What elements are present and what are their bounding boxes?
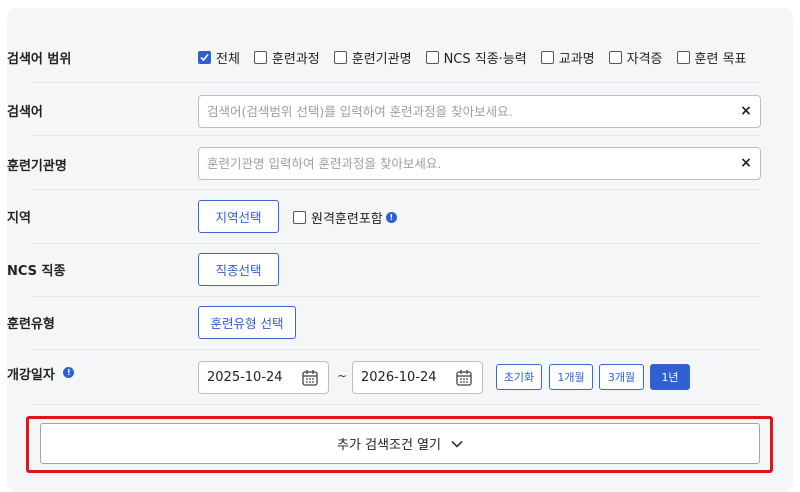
chevron-down-icon bbox=[451, 440, 463, 448]
remote-training-checkbox[interactable] bbox=[293, 211, 306, 224]
train-type-row bbox=[32, 297, 760, 350]
scope-option-label: 훈련과정 bbox=[271, 52, 320, 67]
start-date-from-value: 2025-10-24 bbox=[207, 370, 283, 385]
remote-info-icon[interactable]: ! bbox=[385, 212, 397, 223]
keyword-label: 검색어 bbox=[7, 105, 43, 120]
scope-checkbox[interactable] bbox=[608, 51, 622, 64]
start-date-label: 개강일자 ! bbox=[7, 364, 75, 383]
ncs-row bbox=[32, 244, 760, 297]
remote-training-option[interactable]: 원격훈련포함 ! bbox=[293, 208, 397, 227]
period-1year-button[interactable]: 1년 bbox=[650, 364, 690, 390]
institution-label: 훈련기관명 bbox=[7, 159, 67, 174]
more-conditions-button[interactable]: 추가 검색조건 열기 bbox=[40, 423, 760, 464]
scope-option-label: 훈련 목표 bbox=[694, 52, 747, 67]
scope-option[interactable]: 훈련과정 bbox=[253, 48, 320, 67]
date-separator: ~ bbox=[337, 369, 348, 383]
scope-option-label: 자격증 bbox=[626, 52, 663, 67]
scope-option[interactable]: NCS 직종·능력 bbox=[425, 48, 527, 67]
scope-checkbox[interactable] bbox=[253, 51, 267, 64]
scope-option[interactable]: 전체 bbox=[198, 48, 240, 67]
scope-option-label: 전체 bbox=[216, 52, 240, 67]
scope-option[interactable]: 훈련기관명 bbox=[333, 48, 412, 67]
calendar-icon[interactable] bbox=[456, 369, 472, 390]
scope-checkbox[interactable] bbox=[425, 51, 439, 64]
period-1month-button[interactable]: 1개월 bbox=[549, 364, 593, 390]
institution-clear-icon[interactable]: × bbox=[739, 156, 753, 170]
start-date-label-text: 개강일자 bbox=[7, 368, 55, 383]
scope-option[interactable]: 자격증 bbox=[608, 48, 663, 67]
scope-checkbox[interactable] bbox=[676, 51, 690, 64]
ncs-label: NCS 직종 bbox=[7, 264, 66, 279]
more-conditions-label: 추가 검색조건 열기 bbox=[337, 438, 441, 453]
period-reset-button[interactable]: 초기화 bbox=[496, 364, 542, 390]
scope-checkbox[interactable] bbox=[198, 51, 211, 64]
keyword-input[interactable] bbox=[199, 96, 729, 127]
scope-option[interactable]: 교과명 bbox=[540, 48, 595, 67]
train-type-label: 훈련유형 bbox=[7, 317, 55, 332]
start-date-from[interactable]: 2025-10-24 bbox=[198, 361, 329, 394]
calendar-icon[interactable] bbox=[302, 369, 318, 390]
period-3month-button[interactable]: 3개월 bbox=[599, 364, 644, 390]
start-date-info-icon[interactable]: ! bbox=[63, 367, 75, 378]
scope-label: 검색어 범위 bbox=[7, 52, 72, 67]
scope-checkbox[interactable] bbox=[333, 51, 347, 64]
institution-input[interactable] bbox=[199, 148, 729, 179]
scope-option-label: 교과명 bbox=[558, 52, 595, 67]
keyword-field: × bbox=[198, 95, 761, 128]
scope-options: 전체 훈련과정 훈련기관명 NCS 직종·능력 교과명 자격증 훈련 목표 bbox=[198, 48, 761, 67]
keyword-clear-icon[interactable]: × bbox=[739, 104, 753, 118]
ncs-select-button[interactable]: 직종선택 bbox=[198, 253, 279, 286]
train-type-select-button[interactable]: 훈련유형 선택 bbox=[198, 306, 296, 339]
remote-training-label: 원격훈련포함 bbox=[311, 212, 383, 227]
start-date-to-value: 2026-10-24 bbox=[361, 370, 437, 385]
institution-field: × bbox=[198, 147, 761, 180]
scope-option-label: 훈련기관명 bbox=[351, 52, 412, 67]
region-label: 지역 bbox=[7, 211, 31, 226]
region-select-button[interactable]: 지역선택 bbox=[198, 200, 279, 233]
scope-option[interactable]: 훈련 목표 bbox=[676, 48, 747, 67]
scope-checkbox[interactable] bbox=[540, 51, 554, 64]
start-date-to[interactable]: 2026-10-24 bbox=[352, 361, 483, 394]
scope-option-label: NCS 직종·능력 bbox=[443, 52, 527, 67]
